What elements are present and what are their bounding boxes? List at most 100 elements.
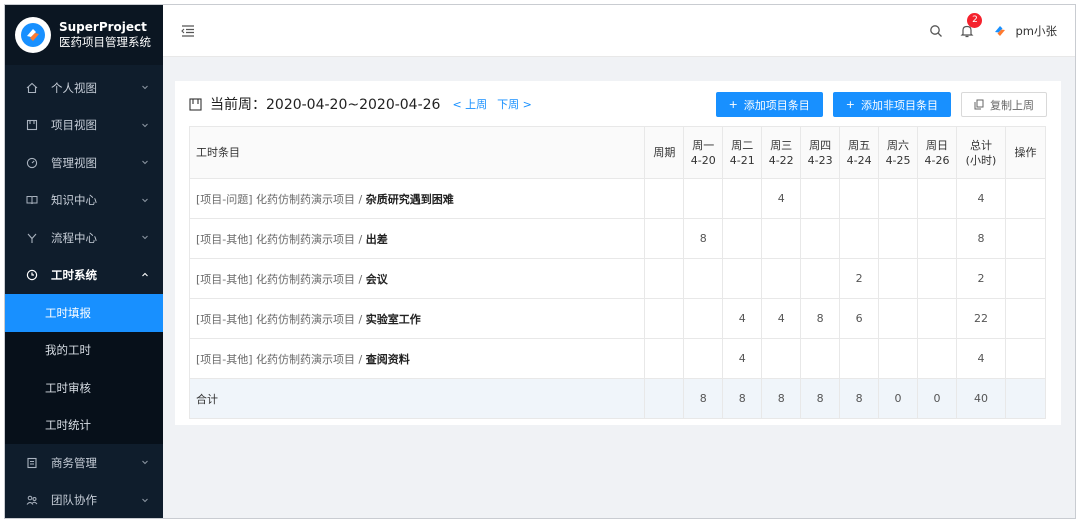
chevron-down-icon [142, 198, 148, 202]
hours-cell[interactable] [800, 338, 841, 379]
copy-icon [974, 99, 984, 110]
sidebar-item-label: 个人视图 [51, 80, 97, 95]
hours-cell[interactable] [917, 258, 957, 299]
row-total-cell: 4 [955, 338, 1006, 379]
hours-cell[interactable] [839, 178, 880, 219]
hours-cell[interactable] [722, 218, 763, 259]
copy-last-week-button[interactable]: 复制上周 [961, 92, 1047, 117]
next-week-link[interactable]: 下周 > [497, 96, 532, 112]
column-header-thu: 周四 4-23 [800, 126, 841, 179]
timesheet-item-cell[interactable]: [项目-其他] 化药仿制药演示项目 / 查阅资料 [188, 338, 646, 379]
plus-icon: + [845, 98, 855, 111]
hours-cell[interactable] [761, 258, 802, 299]
search-icon[interactable] [929, 24, 943, 38]
add-non-project-item-button[interactable]: + 添加非项目条目 [832, 92, 951, 117]
hours-cell[interactable] [917, 218, 957, 259]
hours-cell[interactable]: 4 [761, 178, 802, 219]
user-menu[interactable]: pm小张 [991, 22, 1057, 40]
item-title: 杂质研究遇到困难 [365, 192, 454, 206]
timesheet-item-cell[interactable]: [项目-其他] 化药仿制药演示项目 / 会议 [188, 258, 646, 299]
table-row[interactable]: [项目-其他] 化药仿制药演示项目 / 会议 2 2 [188, 258, 1047, 299]
hours-cell[interactable]: 6 [839, 298, 880, 339]
item-prefix: [项目-其他] 化药仿制药演示项目 / [196, 352, 366, 366]
item-prefix: [项目-其他] 化药仿制药演示项目 / [196, 272, 366, 286]
hours-cell[interactable] [722, 258, 763, 299]
chevron-down-icon [142, 85, 148, 90]
timesheet-item-cell[interactable]: [项目-其他] 化药仿制药演示项目 / 出差 [188, 218, 646, 259]
button-label: 添加项目条目 [743, 98, 810, 112]
hours-cell[interactable] [683, 298, 724, 339]
table-row[interactable]: [项目-其他] 化药仿制药演示项目 / 出差 8 8 [188, 218, 1047, 259]
row-total-cell: 4 [955, 178, 1006, 219]
hours-cell[interactable] [878, 258, 919, 299]
column-header-sat: 周六 4-25 [878, 126, 919, 179]
hours-cell[interactable] [800, 258, 841, 299]
hours-cell[interactable]: 4 [761, 298, 802, 339]
sidebar-subitem-timesheet-review[interactable]: 工时审核 [5, 369, 163, 407]
hours-cell[interactable] [683, 338, 724, 379]
summary-hours-cell: 0 [878, 378, 919, 419]
hours-cell[interactable] [683, 178, 724, 219]
sidebar-item-team-collaboration[interactable]: 团队协作 [5, 482, 163, 519]
period-cell [644, 178, 685, 219]
hours-cell[interactable]: 4 [722, 338, 763, 379]
sidebar-subitem-timesheet-stats[interactable]: 工时统计 [5, 407, 163, 445]
sidebar-item-personal-view[interactable]: 个人视图 [5, 69, 163, 107]
table-row[interactable]: [项目-其他] 化药仿制药演示项目 / 查阅资料 4 4 [188, 338, 1047, 379]
sidebar-item-process-center[interactable]: 流程中心 [5, 219, 163, 257]
sidebar-item-project-view[interactable]: 项目视图 [5, 107, 163, 145]
timesheet-item-cell[interactable]: [项目-问题] 化药仿制药演示项目 / 杂质研究遇到困难 [188, 178, 646, 219]
menu-collapse-icon[interactable] [181, 24, 195, 38]
hours-cell[interactable] [878, 218, 919, 259]
hours-cell[interactable] [839, 218, 880, 259]
action-cell[interactable] [1004, 178, 1047, 219]
timesheet-table: 工时条目 周期 周一 4-20 周二 4-21 周三 4-22 周四 4-23 周五 4-… [188, 126, 1047, 419]
hours-cell[interactable]: 4 [722, 298, 763, 339]
app-logo-icon [15, 17, 51, 53]
sidebar-subitem-my-timesheet[interactable]: 我的工时 [5, 332, 163, 370]
hours-cell[interactable] [878, 178, 919, 219]
hours-cell[interactable]: 2 [839, 258, 880, 299]
hours-cell[interactable] [683, 258, 724, 299]
hours-cell[interactable] [800, 218, 841, 259]
hours-cell[interactable] [722, 178, 763, 219]
business-icon [25, 456, 39, 470]
calendar-icon [189, 97, 202, 111]
timesheet-item-cell[interactable]: [项目-其他] 化药仿制药演示项目 / 实验室工作 [188, 298, 646, 339]
sidebar-item-business-management[interactable]: 商务管理 [5, 444, 163, 482]
timesheet-card: 当前周：2020-04-20~2020-04-26 < 上周 下周 > + 添加… [175, 81, 1061, 425]
sidebar-item-timesheet-system[interactable]: 工时系统 [5, 257, 163, 295]
add-project-item-button[interactable]: + 添加项目条目 [715, 92, 823, 117]
hours-cell[interactable] [761, 338, 802, 379]
hours-cell[interactable]: 8 [683, 218, 724, 259]
chevron-down-icon [142, 235, 148, 240]
sidebar-item-management-view[interactable]: 管理视图 [5, 144, 163, 182]
chevron-down-icon [142, 460, 148, 465]
hours-cell[interactable] [878, 338, 919, 379]
action-cell[interactable] [1004, 258, 1047, 299]
summary-row: 合计 8 8 8 8 8 0 0 40 [188, 378, 1047, 419]
hours-cell[interactable] [761, 218, 802, 259]
summary-hours-cell: 0 [917, 378, 957, 419]
hours-cell[interactable] [878, 298, 919, 339]
hours-cell[interactable] [917, 298, 957, 339]
team-icon [25, 493, 39, 507]
action-cell[interactable] [1004, 218, 1047, 259]
chevron-up-icon [142, 272, 148, 276]
action-cell[interactable] [1004, 338, 1047, 379]
hours-cell[interactable] [917, 178, 957, 219]
hours-cell[interactable]: 8 [800, 298, 841, 339]
action-cell[interactable] [1004, 298, 1047, 339]
brand-subtitle: 医药项目管理系统 [59, 35, 151, 49]
table-row[interactable]: [项目-问题] 化药仿制药演示项目 / 杂质研究遇到困难 4 4 [188, 178, 1047, 219]
prev-week-link[interactable]: < 上周 [452, 96, 487, 112]
sidebar-subitem-timesheet-entry[interactable]: 工时填报 [5, 294, 163, 332]
sidebar-item-knowledge-center[interactable]: 知识中心 [5, 182, 163, 220]
hours-cell[interactable] [917, 338, 957, 379]
summary-hours-cell: 8 [839, 378, 880, 419]
table-row[interactable]: [项目-其他] 化药仿制药演示项目 / 实验室工作 4 4 8 6 22 [188, 298, 1047, 339]
column-header-total: 总计 (小时) [955, 126, 1006, 179]
hours-cell[interactable] [800, 178, 841, 219]
notifications-button[interactable]: 2 [959, 13, 983, 39]
hours-cell[interactable] [839, 338, 880, 379]
